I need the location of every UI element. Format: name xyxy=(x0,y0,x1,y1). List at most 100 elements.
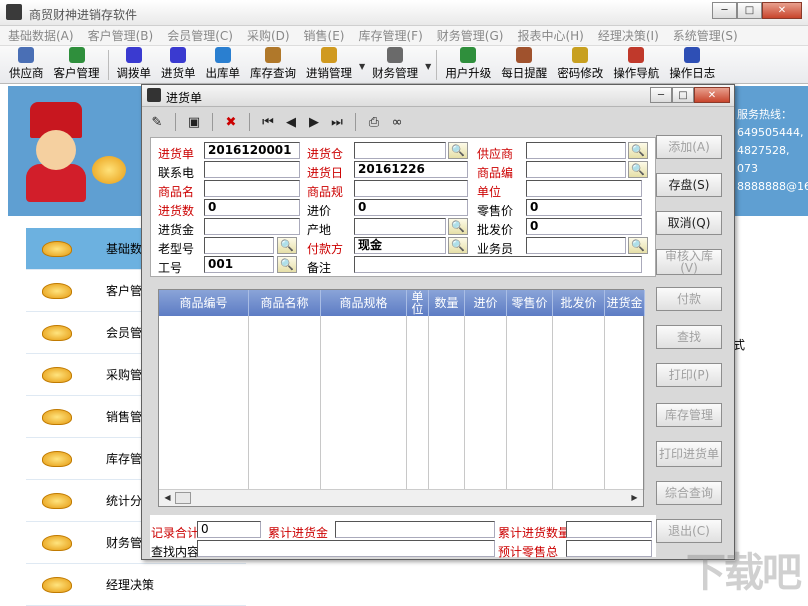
wholesale-price-label: 批发价 xyxy=(477,223,514,237)
action-button[interactable]: 存盘(S) xyxy=(656,173,722,197)
dialog-window-controls: ─ □ ✕ xyxy=(650,87,730,103)
grid-column xyxy=(159,316,249,490)
grid-column-header[interactable]: 批发价 xyxy=(553,290,605,316)
save-icon[interactable]: ▣ xyxy=(185,113,203,131)
date-field[interactable]: 20161226 xyxy=(354,161,468,178)
toolbar-button[interactable]: 用户升级 xyxy=(440,47,496,83)
toolbar-button[interactable]: 进销管理 xyxy=(301,47,357,83)
toolbar-button[interactable]: 出库单 xyxy=(201,47,246,83)
wholesale-price-field[interactable]: 0 xyxy=(526,218,642,235)
product-spec-field[interactable] xyxy=(354,180,468,197)
menu-item[interactable]: 会员管理(C) xyxy=(167,27,233,44)
first-record-icon[interactable]: ⏮ xyxy=(259,113,277,131)
toolbar-button[interactable]: 财务管理 xyxy=(367,47,423,83)
action-button[interactable]: 添加(A) xyxy=(656,135,722,159)
action-button[interactable]: 打印(P) xyxy=(656,363,722,387)
delete-icon[interactable]: ✖ xyxy=(222,113,240,131)
product-lookup-icon[interactable]: 🔍 xyxy=(628,161,648,178)
edit-icon[interactable]: ✎ xyxy=(148,113,166,131)
minimize-icon[interactable]: ─ xyxy=(712,2,737,19)
amount-field[interactable] xyxy=(204,218,300,235)
next-record-icon[interactable]: ▶ xyxy=(305,113,323,131)
grid-column-header[interactable]: 进价 xyxy=(465,290,507,316)
toolbar-button[interactable]: 每日提醒 xyxy=(496,47,552,83)
grid-column-header[interactable]: 商品规格 xyxy=(321,290,407,316)
sidebar-item[interactable]: 经理决策 xyxy=(26,564,246,606)
action-button[interactable]: 打印进货单 xyxy=(656,441,722,467)
scroll-right-icon[interactable]: ▶ xyxy=(627,491,642,505)
maximize-icon[interactable]: □ xyxy=(737,2,762,19)
toolbar-button[interactable]: 操作日志 xyxy=(664,47,720,83)
retail-price-field[interactable]: 0 xyxy=(526,199,642,216)
printer-icon[interactable]: ⎙ xyxy=(365,113,383,131)
menu-item[interactable]: 财务管理(G) xyxy=(437,27,504,44)
salesman-field[interactable] xyxy=(526,237,626,254)
grid-column-header[interactable]: 零售价 xyxy=(507,290,553,316)
toolbar-button[interactable]: 调拨单 xyxy=(112,47,157,83)
grid-column-header[interactable]: 数量 xyxy=(429,290,465,316)
old-model-lookup-icon[interactable]: 🔍 xyxy=(277,237,297,254)
toolbar-button[interactable]: 密码修改 xyxy=(552,47,608,83)
grid-column-header[interactable]: 单 位 xyxy=(407,290,429,316)
menu-item[interactable]: 经理决策(I) xyxy=(598,27,659,44)
salesman-lookup-icon[interactable]: 🔍 xyxy=(628,237,648,254)
grid-hscrollbar[interactable]: ◀ ▶ xyxy=(159,489,643,506)
dropdown-arrow-icon[interactable]: ▼ xyxy=(425,62,431,71)
grid-column-header[interactable]: 商品编号 xyxy=(159,290,249,316)
last-record-icon[interactable]: ⏭ xyxy=(328,113,346,131)
scroll-left-icon[interactable]: ◀ xyxy=(160,491,175,505)
product-code-field[interactable] xyxy=(526,161,626,178)
grid-column-header[interactable]: 进货金 xyxy=(605,290,645,316)
order-no-field[interactable]: 2016120001 xyxy=(204,142,300,159)
payment-field[interactable]: 现金 xyxy=(354,237,446,254)
supplier-lookup-icon[interactable]: 🔍 xyxy=(628,142,648,159)
payment-lookup-icon[interactable]: 🔍 xyxy=(448,237,468,254)
binoculars-icon[interactable]: ∞ xyxy=(388,113,406,131)
scroll-thumb[interactable] xyxy=(175,492,191,504)
dropdown-arrow-icon[interactable]: ▼ xyxy=(359,62,365,71)
contact-field[interactable] xyxy=(204,161,300,178)
grid-column xyxy=(429,316,465,490)
origin-field[interactable] xyxy=(354,218,446,235)
menu-item[interactable]: 库存管理(F) xyxy=(359,27,423,44)
close-icon[interactable]: ✕ xyxy=(762,2,802,19)
menu-item[interactable]: 客户管理(B) xyxy=(88,27,154,44)
prev-record-icon[interactable]: ◀ xyxy=(282,113,300,131)
warehouse-lookup-icon[interactable]: 🔍 xyxy=(448,142,468,159)
menu-item[interactable]: 报表中心(H) xyxy=(517,27,583,44)
product-name-field[interactable] xyxy=(204,180,300,197)
close-icon[interactable]: ✕ xyxy=(694,87,730,103)
supplier-field[interactable] xyxy=(526,142,626,159)
action-button[interactable]: 审核入库(V) xyxy=(656,249,722,275)
action-button[interactable]: 库存管理 xyxy=(656,403,722,427)
remark-field[interactable] xyxy=(354,256,642,273)
toolbar-button[interactable]: 操作导航 xyxy=(608,47,664,83)
toolbar-button[interactable]: 客户管理 xyxy=(49,47,105,83)
toolbar-button-label: 进销管理 xyxy=(306,66,352,80)
minimize-icon[interactable]: ─ xyxy=(650,87,672,103)
search-field[interactable] xyxy=(197,540,495,557)
origin-lookup-icon[interactable]: 🔍 xyxy=(448,218,468,235)
action-button[interactable]: 取消(Q) xyxy=(656,211,722,235)
old-model-field[interactable] xyxy=(204,237,274,254)
toolbar-button[interactable]: 供应商 xyxy=(4,47,49,83)
toolbar-button[interactable]: 库存查询 xyxy=(245,47,301,83)
warehouse-field[interactable] xyxy=(354,142,446,159)
toolbar-button[interactable]: 进货单 xyxy=(156,47,201,83)
menu-item[interactable]: 销售(E) xyxy=(304,27,345,44)
price-field[interactable]: 0 xyxy=(354,199,468,216)
action-button[interactable]: 查找 xyxy=(656,325,722,349)
dialog-icon xyxy=(147,88,161,102)
emp-lookup-icon[interactable]: 🔍 xyxy=(277,256,297,273)
unit-field[interactable] xyxy=(526,180,642,197)
grid-column-header[interactable]: 商品名称 xyxy=(249,290,321,316)
maximize-icon[interactable]: □ xyxy=(672,87,694,103)
menu-item[interactable]: 基础数据(A) xyxy=(8,27,74,44)
item-grid[interactable]: 商品编号 商品名称 商品规格单 位数量 进价 零售价 批发价 进货金 ◀ ▶ xyxy=(158,289,645,507)
emp-no-field[interactable]: 001 xyxy=(204,256,274,273)
action-button[interactable]: 综合查询 xyxy=(656,481,722,505)
action-button[interactable]: 付款 xyxy=(656,287,722,311)
menu-item[interactable]: 采购(D) xyxy=(247,27,290,44)
qty-field[interactable]: 0 xyxy=(204,199,300,216)
menu-item[interactable]: 系统管理(S) xyxy=(673,27,738,44)
